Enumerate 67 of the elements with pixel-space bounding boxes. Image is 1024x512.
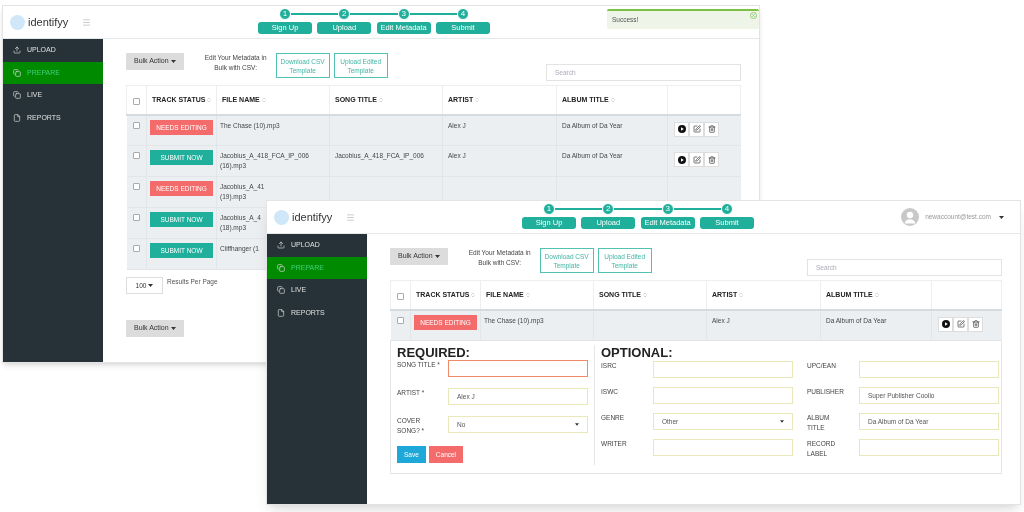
delete-icon: [707, 155, 716, 164]
caret-icon: [170, 326, 176, 330]
checkbox[interactable]: [396, 316, 404, 324]
checkbox[interactable]: [132, 152, 140, 159]
step-number: 3: [397, 8, 410, 20]
caret-icon: [148, 284, 154, 287]
logo-icon: [274, 209, 289, 225]
checkbox[interactable]: [132, 214, 140, 221]
file-icon: [277, 308, 285, 317]
sort-icon: [524, 291, 531, 298]
play-button[interactable]: [674, 121, 689, 137]
caret-icon: [434, 254, 440, 258]
delete-button[interactable]: [704, 152, 719, 167]
logo-text: identifyy: [28, 14, 69, 30]
close-icon[interactable]: [750, 12, 757, 19]
sort-icon: [260, 96, 267, 103]
avatar-icon[interactable]: [901, 208, 920, 226]
play-icon: [677, 125, 686, 133]
sort-icon: [642, 291, 648, 298]
copy-icon: [277, 263, 285, 272]
sort-icon: [470, 291, 477, 298]
step-number: 4: [457, 8, 469, 20]
file-icon: [13, 113, 21, 122]
upload-icon: [277, 241, 285, 250]
step-number: 2: [602, 203, 615, 215]
menu-icon[interactable]: [346, 212, 356, 222]
sort-icon: [609, 96, 616, 103]
input-field[interactable]: [448, 360, 588, 377]
play-button[interactable]: [674, 152, 689, 167]
step-number: 2: [338, 8, 351, 20]
caret-icon: [170, 59, 176, 63]
sort-icon: [873, 291, 880, 298]
copy-icon: [277, 286, 285, 295]
sort-icon: [474, 96, 481, 103]
play-icon: [677, 155, 686, 164]
caret-icon: [575, 423, 579, 426]
checkbox[interactable]: [132, 183, 140, 190]
step-number: 4: [721, 203, 733, 215]
section-title: OPTIONAL:: [601, 345, 674, 360]
logo-text: identifyy: [292, 209, 333, 225]
play-icon: [941, 320, 950, 328]
sort-icon: [738, 291, 745, 298]
step-number: 3: [661, 203, 674, 215]
edit-icon: [956, 320, 965, 328]
step-number: 1: [279, 8, 291, 20]
caret-icon: [780, 420, 784, 423]
copy-icon: [13, 91, 21, 100]
step-number: 1: [543, 203, 555, 215]
caret-icon: [999, 215, 1004, 219]
menu-icon[interactable]: [82, 17, 92, 27]
logo-icon: [10, 14, 25, 30]
upload-icon: [13, 46, 21, 55]
sort-icon: [206, 96, 213, 103]
delete-button[interactable]: [968, 316, 983, 332]
play-button[interactable]: [938, 316, 953, 332]
checkbox[interactable]: [132, 121, 140, 129]
edit-icon: [692, 125, 701, 133]
delete-icon: [971, 320, 980, 328]
checkbox[interactable]: [132, 245, 140, 252]
delete-button[interactable]: [704, 121, 719, 137]
checkbox[interactable]: [133, 97, 140, 105]
section-title: REQUIRED:: [397, 345, 471, 360]
copy-icon: [13, 68, 21, 77]
sort-icon: [378, 96, 384, 103]
checkbox[interactable]: [397, 292, 404, 300]
edit-icon: [692, 155, 701, 164]
delete-icon: [707, 125, 716, 133]
